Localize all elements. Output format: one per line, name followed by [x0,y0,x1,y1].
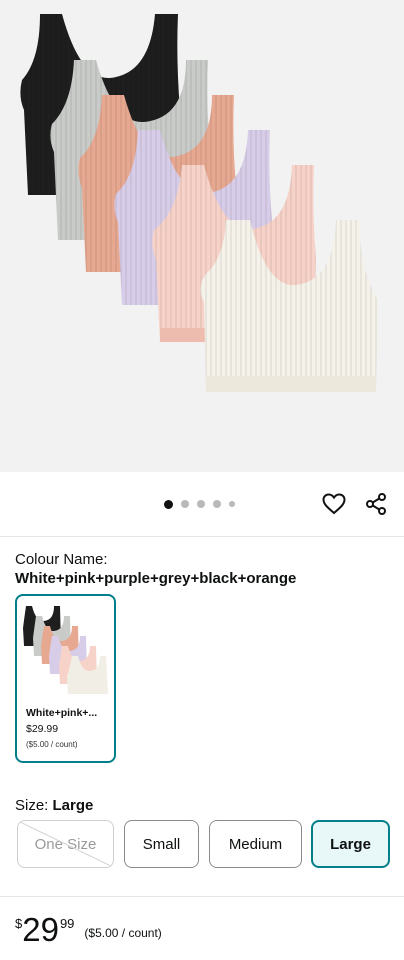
unavailable-strike [18,821,113,867]
size-option-label: Large [330,835,371,853]
share-icon[interactable] [362,490,390,518]
unit-price: ($5.00 / count) [84,926,162,940]
carousel-dot[interactable] [181,500,189,508]
carousel-dot-active[interactable] [164,499,173,509]
section-divider [0,536,404,537]
size-option-small[interactable]: Small [124,820,199,868]
ribbed-crop-tank-tops-image [20,14,378,392]
price-whole: 29 [22,911,59,948]
colour-value: White+pink+purple+grey+black+orange [15,570,297,587]
product-image[interactable] [0,0,404,472]
size-option-label: Small [142,835,181,853]
size-label: Size: [15,797,53,814]
swatch-name: White+pink+... [26,707,98,719]
price: $ 29 99 ($5.00 / count) [15,912,162,948]
size-option-medium[interactable]: Medium [209,820,302,868]
size-label-row: Size: Large [15,797,93,814]
carousel-dot[interactable] [213,500,221,508]
size-option-one-size[interactable]: One Size [17,820,114,868]
section-divider [0,896,404,897]
size-option-label: Medium [228,835,283,853]
carousel-dot[interactable] [229,501,235,507]
size-value: Large [52,797,94,814]
swatch-unit-price: ($5.00 / count) [26,740,78,749]
carousel-dots[interactable] [164,499,235,509]
size-option-large[interactable]: Large [311,820,390,868]
carousel-dot[interactable] [197,500,205,508]
colour-label: Colour Name: [15,551,108,568]
price-fraction: 99 [59,916,75,931]
swatch-thumbnail-image [20,600,110,696]
price-currency: $ [15,916,23,931]
heart-icon[interactable] [320,490,348,518]
swatch-price: $29.99 [26,723,59,735]
colour-swatch-selected[interactable]: White+pink+... $29.99 ($5.00 / count) [15,594,116,763]
